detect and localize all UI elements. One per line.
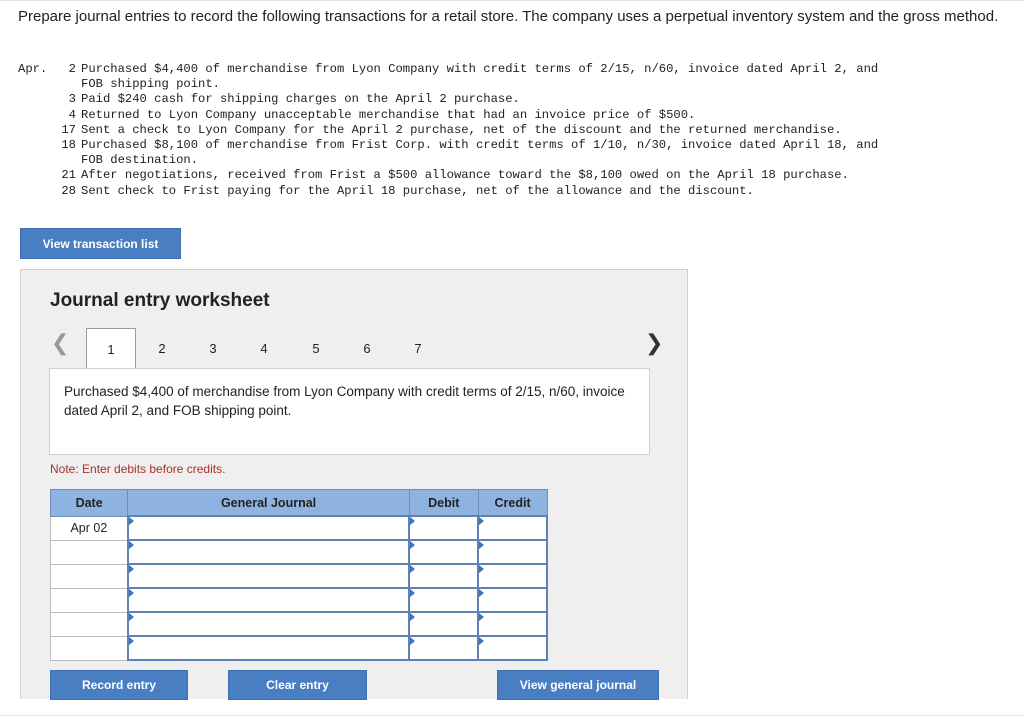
journal-row: Apr 02 bbox=[49, 515, 548, 541]
transaction-day: 4 bbox=[68, 107, 76, 122]
header-credit: Credit bbox=[477, 489, 548, 517]
credit-field[interactable] bbox=[477, 587, 548, 613]
tab-6[interactable]: 6 bbox=[342, 328, 392, 368]
tab-7[interactable]: 7 bbox=[393, 328, 443, 368]
credit-field[interactable] bbox=[477, 539, 548, 565]
transaction-day: 17 bbox=[61, 122, 76, 137]
credit-field[interactable] bbox=[477, 515, 548, 541]
transaction-text: Sent a check to Lyon Company for the Apr… bbox=[81, 122, 842, 137]
header-debit: Debit bbox=[408, 489, 479, 517]
debit-field[interactable] bbox=[408, 539, 480, 565]
journal-row bbox=[49, 539, 548, 565]
bottom-divider bbox=[0, 715, 1024, 716]
account-field[interactable] bbox=[126, 539, 411, 565]
transaction-text: Paid $240 cash for shipping charges on t… bbox=[81, 92, 520, 107]
chevron-left-icon[interactable]: ❮ bbox=[51, 330, 69, 356]
transaction-text: FOB shipping point. bbox=[81, 77, 220, 92]
chevron-right-icon[interactable]: ❯ bbox=[645, 330, 663, 356]
date-cell bbox=[49, 563, 129, 589]
transaction-day: 2 bbox=[68, 62, 76, 76]
transaction-text: Purchased $4,400 of merchandise from Lyo… bbox=[81, 62, 879, 76]
view-general-journal-button[interactable]: View general journal bbox=[497, 670, 659, 700]
transaction-description: Purchased $4,400 of merchandise from Lyo… bbox=[49, 368, 650, 455]
credit-field[interactable] bbox=[477, 563, 548, 589]
top-divider bbox=[0, 0, 1024, 1]
debit-field[interactable] bbox=[408, 611, 480, 637]
tab-5[interactable]: 5 bbox=[291, 328, 341, 368]
date-cell bbox=[49, 539, 129, 565]
tab-1[interactable]: 1 bbox=[86, 328, 136, 369]
journal-row bbox=[49, 635, 548, 661]
transaction-text: Sent check to Frist paying for the April… bbox=[81, 183, 754, 198]
journal-row bbox=[49, 563, 548, 589]
header-general-journal: General Journal bbox=[127, 489, 410, 517]
journal-header-row: Date General Journal Debit Credit bbox=[49, 489, 548, 517]
transaction-text: FOB destination. bbox=[81, 153, 199, 168]
transaction-day: 3 bbox=[68, 92, 76, 107]
clear-entry-button[interactable]: Clear entry bbox=[228, 670, 367, 700]
journal-entry-worksheet: Journal entry worksheet ❮ 1234567 ❯ Purc… bbox=[20, 269, 688, 700]
debit-field[interactable] bbox=[408, 587, 480, 613]
transaction-text: Returned to Lyon Company unacceptable me… bbox=[81, 107, 696, 122]
debit-field[interactable] bbox=[408, 635, 480, 661]
account-field[interactable] bbox=[126, 635, 411, 661]
debit-field[interactable] bbox=[408, 563, 480, 589]
tab-3[interactable]: 3 bbox=[188, 328, 238, 368]
tab-2[interactable]: 2 bbox=[137, 328, 187, 368]
account-field[interactable] bbox=[126, 563, 411, 589]
date-cell bbox=[49, 587, 129, 613]
record-entry-button[interactable]: Record entry bbox=[50, 670, 188, 700]
worksheet-title: Journal entry worksheet bbox=[50, 290, 270, 311]
journal-row bbox=[49, 611, 548, 637]
credit-field[interactable] bbox=[477, 635, 548, 661]
transaction-day: 21 bbox=[61, 168, 76, 183]
date-cell: Apr 02 bbox=[49, 515, 129, 541]
journal-row bbox=[49, 587, 548, 613]
date-cell bbox=[49, 635, 129, 661]
account-field[interactable] bbox=[126, 515, 411, 541]
credit-field[interactable] bbox=[477, 611, 548, 637]
date-cell bbox=[49, 611, 129, 637]
account-field[interactable] bbox=[126, 611, 411, 637]
transaction-day: 28 bbox=[61, 183, 76, 198]
header-date: Date bbox=[49, 489, 129, 517]
tab-4[interactable]: 4 bbox=[239, 328, 289, 368]
view-transaction-list-button[interactable]: View transaction list bbox=[20, 228, 181, 259]
entry-note: Note: Enter debits before credits. bbox=[50, 462, 226, 476]
instructions-text: Prepare journal entries to record the fo… bbox=[18, 8, 999, 25]
transaction-text: Purchased $8,100 of merchandise from Fri… bbox=[81, 138, 879, 152]
transaction-day: 18 bbox=[61, 138, 76, 152]
account-field[interactable] bbox=[126, 587, 411, 613]
debit-field[interactable] bbox=[408, 515, 480, 541]
transaction-text: After negotiations, received from Frist … bbox=[81, 168, 849, 183]
journal-table: Date General Journal Debit Credit Apr 02 bbox=[49, 489, 548, 661]
